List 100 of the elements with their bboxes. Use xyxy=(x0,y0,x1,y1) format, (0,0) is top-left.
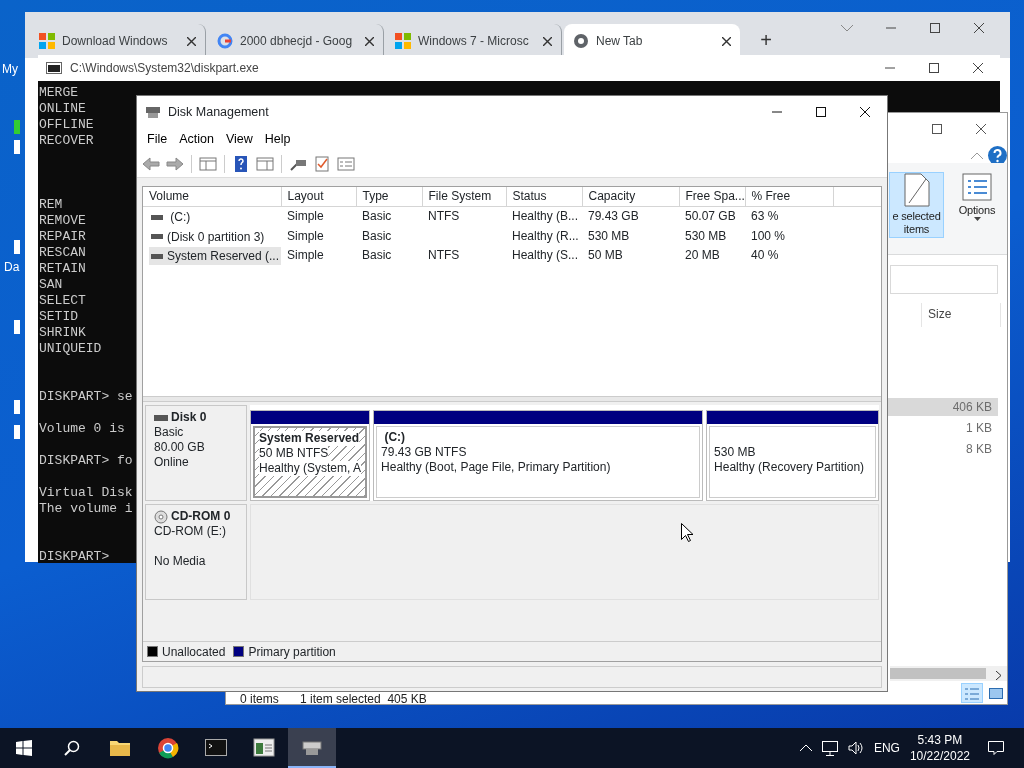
window-title: Disk Management xyxy=(168,103,269,121)
close-icon[interactable] xyxy=(365,36,374,46)
windows-logo-icon xyxy=(16,740,32,756)
console-line: Volume 0 is xyxy=(39,421,125,437)
table-cell: Simple xyxy=(287,228,324,243)
console-line: REPAIR xyxy=(39,229,86,245)
legend-label: Primary partition xyxy=(248,643,336,661)
close-icon[interactable] xyxy=(187,36,196,46)
column-header[interactable]: Type xyxy=(356,187,422,206)
page-icon xyxy=(903,173,930,207)
partition-size: 79.43 GB NTFS xyxy=(381,445,467,460)
status-text: 0 items xyxy=(240,693,279,704)
drive-label[interactable]: (Disk 0 partition 3) xyxy=(149,227,267,246)
console-line: Virtual Disk xyxy=(39,485,133,501)
partition-name: System Reserved xyxy=(259,431,360,446)
partition-name: (C:) xyxy=(383,430,406,445)
browser-tab[interactable]: New Tab xyxy=(564,24,740,58)
drive-label[interactable]: System Reserved (... xyxy=(149,247,281,265)
column-header[interactable]: % Free xyxy=(745,187,833,206)
language-indicator[interactable]: ENG xyxy=(873,739,900,757)
status-text: 1 item selected 405 KB xyxy=(300,693,427,704)
table-cell: NTFS xyxy=(428,209,460,224)
column-header[interactable]: Layout xyxy=(281,187,356,206)
drive-icon xyxy=(151,253,163,259)
partition-status: Healthy (Recovery Partition) xyxy=(714,460,865,475)
table-cell: Healthy (R... xyxy=(512,228,579,243)
menu-item[interactable]: Help xyxy=(258,129,297,149)
help-icon xyxy=(232,155,250,172)
drive-icon xyxy=(154,414,168,421)
table-cell: Simple xyxy=(287,209,324,224)
ribbon-button[interactable]: Options xyxy=(949,172,1005,238)
column-header[interactable]: Size xyxy=(921,303,1001,327)
scrollbar-thumb[interactable] xyxy=(890,668,986,679)
window-icon xyxy=(253,737,275,759)
table-cell: Healthy (S... xyxy=(512,248,579,263)
console-line: OFFLINE xyxy=(39,117,94,133)
partition[interactable]: System Reserved 50 MB NTFS Healthy (System, A xyxy=(250,410,371,501)
menu-item[interactable]: View xyxy=(219,129,259,149)
ribbon-button[interactable]: e selected items xyxy=(889,172,944,238)
disk-info: 80.00 GB xyxy=(154,440,206,455)
table-cell: Basic xyxy=(362,248,392,263)
disk-label[interactable]: Disk 0 Basic 80.00 GB Online xyxy=(145,405,247,501)
panel-icon xyxy=(199,155,217,172)
maximize-icon xyxy=(928,63,940,73)
table-cell: Basic xyxy=(362,228,392,243)
table-cell: 79.43 GB xyxy=(588,209,639,224)
table-cell: 40 % xyxy=(751,248,779,263)
drive-icon xyxy=(151,214,163,220)
volume-icon[interactable] xyxy=(847,741,864,755)
column-header[interactable]: Free Spa... xyxy=(679,187,745,206)
table-cell: 50 MB xyxy=(588,248,623,263)
console-line: SELECT xyxy=(39,293,86,309)
column-header[interactable]: File System xyxy=(422,187,506,206)
back-icon xyxy=(142,155,160,172)
partition[interactable]: 530 MB Healthy (Recovery Partition) xyxy=(706,410,879,501)
console-line: MERGE xyxy=(39,85,78,101)
column-header[interactable]: Status xyxy=(506,187,582,206)
chrome-logo-icon xyxy=(573,33,589,49)
console-line: RESCAN xyxy=(39,245,86,261)
windows-logo-icon xyxy=(39,33,55,49)
console-line: DISKPART> se xyxy=(39,389,133,405)
options-icon xyxy=(962,173,992,201)
table-cell: 100 % xyxy=(751,228,786,243)
clock[interactable]: 5:43 PM 10/22/2022 xyxy=(909,732,970,764)
disk-info: Online xyxy=(154,455,190,470)
column-header[interactable]: Capacity xyxy=(582,187,679,206)
close-icon xyxy=(972,63,984,73)
desktop-icon-label[interactable]: My xyxy=(2,60,18,78)
properties-icon xyxy=(337,155,355,172)
close-icon[interactable] xyxy=(543,36,552,46)
table-cell: Healthy (B... xyxy=(512,209,579,224)
new-tab-button[interactable]: + xyxy=(750,26,782,54)
checklist-button[interactable] xyxy=(312,153,332,174)
taskbar-app[interactable] xyxy=(288,728,336,768)
partition[interactable]: (C:) 79.43 GB NTFS Healthy (Boot, Page File, Primary Partition) xyxy=(373,410,704,501)
console-line: RETAIN xyxy=(39,261,86,277)
menu-item[interactable]: Action xyxy=(173,129,220,149)
desktop-icon-label[interactable]: Da xyxy=(4,258,20,276)
menu-item[interactable]: File xyxy=(141,129,174,149)
console-line: SHRINK xyxy=(39,325,86,341)
disk-label[interactable]: CD-ROM 0 CD-ROM (E:) No Media xyxy=(145,504,247,600)
console-line: DISKPART> xyxy=(39,549,110,563)
partition-size: 530 MB xyxy=(714,445,756,460)
drive-label[interactable]: (C:) xyxy=(149,208,193,226)
partition-status: Healthy (System, A xyxy=(259,461,362,476)
console-icon xyxy=(205,737,227,759)
horizontal-scrollbar[interactable] xyxy=(890,666,1007,681)
image-icon xyxy=(989,688,1003,700)
partition-size: 50 MB NTFS xyxy=(259,446,329,461)
maximize-icon xyxy=(815,107,827,117)
network-icon[interactable] xyxy=(821,740,838,756)
console-line: The volume i xyxy=(39,501,133,517)
windows-logo-icon xyxy=(395,33,411,49)
close-icon[interactable] xyxy=(722,36,731,46)
search-icon xyxy=(64,740,80,756)
table-cell: 530 MB xyxy=(588,228,630,243)
column-header[interactable]: Volume xyxy=(143,187,281,206)
table-cell: Basic xyxy=(362,209,392,224)
table-cell: 50.07 GB xyxy=(685,209,736,224)
search-field[interactable] xyxy=(890,265,998,294)
